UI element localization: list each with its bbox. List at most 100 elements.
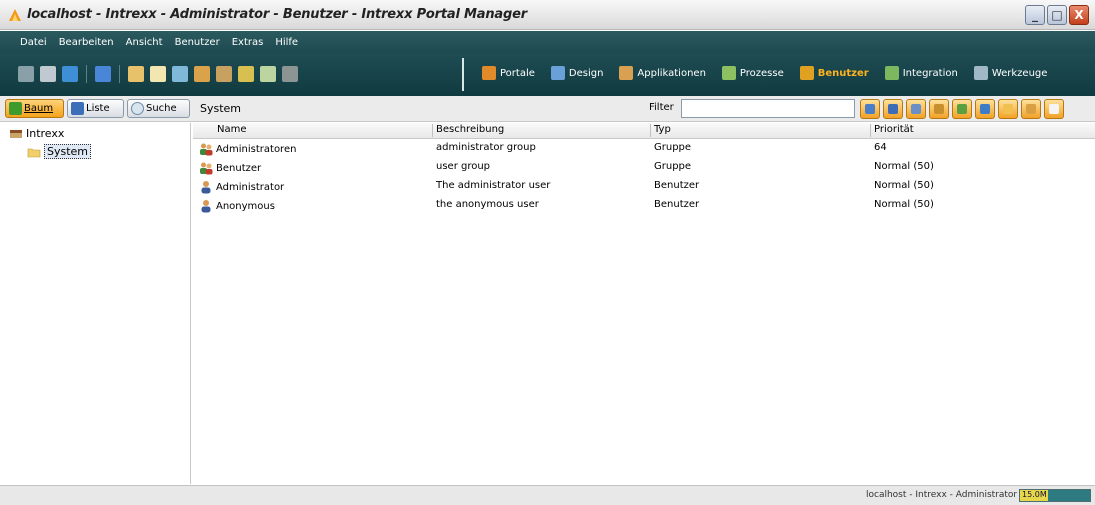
users-icon[interactable] [194, 66, 210, 82]
column-divider [870, 124, 871, 137]
new-user-icon-glyph [865, 104, 875, 114]
module-integration[interactable]: Integration [884, 66, 958, 80]
minimize-button[interactable]: _ [1025, 5, 1045, 25]
disabled-icon[interactable] [282, 66, 298, 82]
module-portale[interactable]: Portale [482, 66, 535, 80]
new-set-icon-glyph [957, 104, 967, 114]
menu-bearbeiten[interactable]: Bearbeiten [59, 37, 114, 48]
cell-name: Administratoren [199, 142, 296, 156]
module-benutzer[interactable]: Benutzer [799, 66, 869, 80]
tools-icon[interactable] [216, 66, 232, 82]
view-bar: Baum Liste Suche System Filter [0, 96, 1095, 122]
module-label: Prozesse [739, 67, 784, 79]
memory-text: 15.0M [1022, 490, 1047, 499]
table-row[interactable]: Anonymous the anonymous user Benutzer Norma… [193, 197, 1095, 216]
toolbar-separator [119, 65, 120, 83]
menu-extras[interactable]: Extras [232, 37, 264, 48]
new-role-icon-glyph [911, 104, 921, 114]
search-view-button[interactable]: Suche [127, 99, 190, 118]
cell-description: the anonymous user [436, 199, 539, 210]
row-name: Benutzer [216, 162, 262, 174]
table-row[interactable]: Administrator The administrator user Benut… [193, 178, 1095, 197]
module-prozesse[interactable]: Prozesse [721, 66, 784, 80]
folder-icon-glyph [1003, 104, 1013, 114]
export-icon-glyph [1049, 104, 1059, 114]
list-header: Name Beschreibung Typ Priorität [193, 123, 1095, 139]
document-icon[interactable] [150, 66, 166, 82]
column-type[interactable]: Typ [654, 124, 671, 135]
cell-name: Administrator [199, 180, 284, 194]
cell-description: user group [436, 161, 491, 172]
module-design[interactable]: Design [550, 66, 604, 80]
root-icon [10, 129, 22, 138]
menu-hilfe[interactable]: Hilfe [275, 37, 298, 48]
column-name[interactable]: Name [217, 124, 247, 135]
tree-node-intrexx[interactable]: Intrexx [9, 127, 64, 140]
list-view-label: Liste [86, 103, 110, 114]
cell-name: Benutzer [199, 161, 261, 175]
user-icon [201, 200, 211, 213]
portal-icon [482, 66, 496, 80]
maximize-button[interactable]: □ [1047, 5, 1067, 25]
menu-benutzer[interactable]: Benutzer [175, 37, 220, 48]
tree-node-system[interactable]: System [27, 144, 92, 159]
toolbar-divider [462, 58, 464, 91]
module-label: Design [568, 67, 604, 79]
module-werkzeuge[interactable]: Werkzeuge [973, 66, 1048, 80]
integration-icon [884, 66, 899, 80]
module-label: Werkzeuge [991, 67, 1048, 79]
cell-description: The administrator user [436, 180, 551, 191]
group-icon [200, 162, 213, 175]
list-view-button[interactable]: Liste [67, 99, 124, 118]
column-priority[interactable]: Priorität [874, 124, 914, 135]
table-row[interactable]: Benutzer user group Gruppe Normal (50) [193, 159, 1095, 178]
new-role-icon[interactable] [906, 99, 926, 119]
new-container-icon[interactable] [929, 99, 949, 119]
print-icon[interactable] [40, 66, 56, 82]
maximize-icon: □ [1051, 8, 1063, 22]
properties-icon-glyph [980, 104, 990, 114]
menu-datei[interactable]: Datei [20, 37, 47, 48]
module-label: Portale [500, 67, 535, 79]
new-user-icon[interactable] [860, 99, 880, 119]
module-label: Integration [902, 67, 958, 79]
window-controls: _ □ X [1025, 5, 1089, 25]
export-icon[interactable] [1044, 99, 1064, 119]
filter-input[interactable] [681, 99, 855, 118]
users-module-icon [799, 66, 814, 80]
table-row[interactable]: Administratoren administrator group Gruppe… [193, 140, 1095, 159]
cell-priority: Normal (50) [874, 161, 934, 172]
connect-icon[interactable] [172, 66, 188, 82]
cell-priority: Normal (50) [874, 199, 934, 210]
disk-icon[interactable] [18, 66, 34, 82]
help-icon[interactable] [95, 66, 111, 82]
close-icon: X [1074, 8, 1084, 22]
folder-icon[interactable] [998, 99, 1018, 119]
tree-child-label: System [44, 144, 92, 159]
close-button[interactable]: X [1069, 5, 1089, 25]
column-divider [650, 124, 651, 137]
module-label: Benutzer [817, 67, 869, 79]
new-set-icon[interactable] [952, 99, 972, 119]
module-applikationen[interactable]: Applikationen [619, 66, 706, 80]
status-text: localhost - Intrexx - Administrator [866, 490, 1018, 500]
memory-indicator[interactable]: 15.0M [1019, 489, 1091, 502]
wizard-icon[interactable] [238, 66, 254, 82]
row-name: Administrator [216, 181, 285, 193]
search-view-label: Suche [146, 103, 177, 114]
edit-icon[interactable] [260, 66, 276, 82]
cell-name: Anonymous [199, 199, 275, 213]
properties-icon[interactable] [975, 99, 995, 119]
tree-view-button[interactable]: Baum [5, 99, 64, 118]
globe-icon[interactable] [62, 66, 78, 82]
database-icon[interactable] [128, 66, 144, 82]
menu-ansicht[interactable]: Ansicht [126, 37, 163, 48]
new-group-icon[interactable] [883, 99, 903, 119]
import-icon[interactable] [1021, 99, 1041, 119]
search-icon [131, 102, 144, 115]
column-divider [432, 124, 433, 137]
import-icon-glyph [1026, 104, 1036, 114]
tree-view-label: Baum [24, 103, 54, 114]
cell-type: Benutzer [654, 199, 700, 210]
column-description[interactable]: Beschreibung [436, 124, 504, 135]
